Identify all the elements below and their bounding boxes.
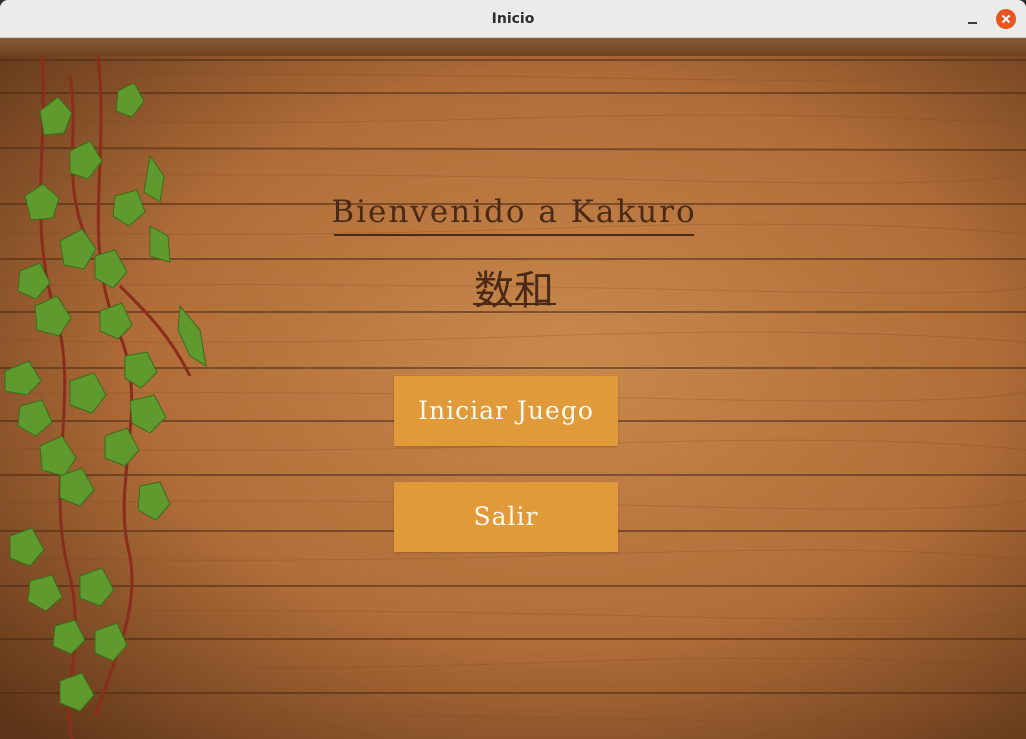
kakuro-kanji: 数和 xyxy=(474,268,554,314)
title-bar[interactable]: Inicio xyxy=(0,0,1026,38)
app-window: Inicio Bienvenido a Kakuro 数和 Iniciar Ju… xyxy=(0,0,1026,739)
exit-button[interactable]: Salir xyxy=(394,482,618,552)
window-title: Inicio xyxy=(491,11,535,27)
ivy-vine-decoration xyxy=(4,56,207,739)
wood-background: Bienvenido a Kakuro 数和 Iniciar Juego Sal… xyxy=(0,56,1026,739)
start-game-button[interactable]: Iniciar Juego xyxy=(394,376,618,446)
kanji-underline xyxy=(473,303,556,305)
wood-top-strip xyxy=(0,38,1026,56)
minimize-icon[interactable] xyxy=(962,9,984,29)
close-icon[interactable] xyxy=(996,9,1016,29)
heading-underline xyxy=(334,234,694,236)
welcome-heading: Bienvenido a Kakuro xyxy=(331,194,697,230)
